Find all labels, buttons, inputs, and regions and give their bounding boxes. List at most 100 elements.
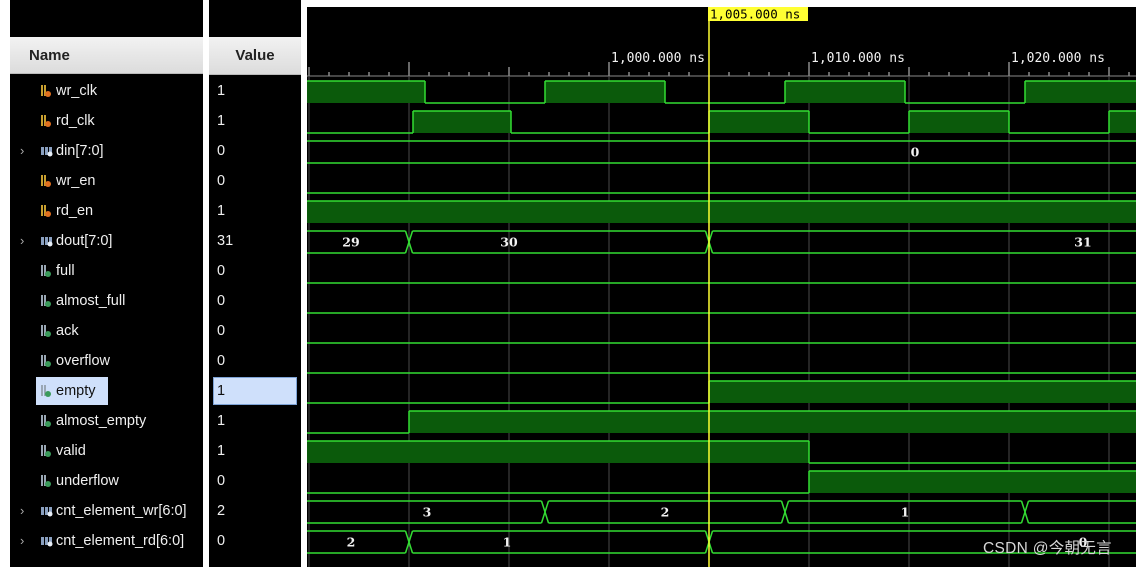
expand-chevron-icon[interactable]: ›: [20, 534, 30, 548]
bit-output-icon: [40, 294, 52, 308]
signal-row-underflow[interactable]: underflow: [10, 466, 203, 496]
signal-value: 31: [217, 233, 234, 249]
value-cell-almost_full[interactable]: 0: [209, 286, 301, 316]
signal-value: 0: [217, 323, 226, 339]
value-cell-cnt_wr[interactable]: 2: [209, 496, 301, 526]
value-cell-ack[interactable]: 0: [209, 316, 301, 346]
bus-value-label: 30: [500, 235, 518, 250]
value-cell-wr_en[interactable]: 0: [209, 166, 301, 196]
bus-value-label: 0: [911, 145, 920, 160]
expand-chevron-icon[interactable]: ›: [20, 504, 30, 518]
bus-icon: [40, 144, 53, 158]
bit-output-icon: [40, 354, 52, 368]
signal-row-full[interactable]: full: [10, 256, 203, 286]
value-cell-rd_clk[interactable]: 1: [209, 106, 301, 136]
signal-value: 1: [217, 413, 226, 429]
signal-name: wr_clk: [56, 83, 98, 99]
value-cell-underflow[interactable]: 0: [209, 466, 301, 496]
signal-row-valid[interactable]: valid: [10, 436, 203, 466]
wave-high-fill: [1109, 111, 1136, 133]
signal-name: underflow: [56, 473, 119, 489]
signal-name: almost_empty: [56, 413, 147, 429]
signal-row-din[interactable]: › din[7:0]: [10, 136, 203, 166]
signal-row-rd_en[interactable]: rd_en: [10, 196, 203, 226]
signal-row-wr_clk[interactable]: wr_clk: [10, 76, 203, 106]
signal-row-wr_en[interactable]: wr_en: [10, 166, 203, 196]
cursor-time-label: 1,005.000 ns: [710, 7, 800, 22]
signal-name: cnt_element_rd[6:0]: [56, 533, 185, 549]
value-cell-empty[interactable]: 1: [209, 376, 301, 406]
value-cell-cnt_rd[interactable]: 0: [209, 526, 301, 556]
wave-high-fill: [413, 111, 511, 133]
value-cell-rd_en[interactable]: 1: [209, 196, 301, 226]
wave-high-fill: [709, 111, 809, 133]
wave-top-border: [307, 0, 1136, 7]
signal-name: wr_en: [56, 173, 96, 189]
waveform-viewer: Name wr_clk rd_clk › din[7:0] wr_en rd_en › dou…: [0, 0, 1136, 567]
bus-icon: [40, 504, 53, 518]
signal-value: 1: [217, 113, 226, 129]
bit-output-icon: [40, 324, 52, 338]
name-column-header[interactable]: Name: [10, 37, 203, 74]
signal-row-almost_empty[interactable]: almost_empty: [10, 406, 203, 436]
clock-input-icon: [40, 84, 52, 98]
wave-high-fill: [785, 81, 905, 103]
bit-input-icon: [40, 204, 52, 218]
signal-value: 0: [217, 533, 226, 549]
signal-row-almost_full[interactable]: almost_full: [10, 286, 203, 316]
bus-value-label: 29: [342, 235, 359, 250]
value-column-header[interactable]: Value: [209, 37, 301, 75]
wave-high-fill: [307, 201, 1136, 223]
signal-name: ack: [56, 323, 79, 339]
signal-name-panel: Name wr_clk rd_clk › din[7:0] wr_en rd_en › dou…: [10, 0, 203, 567]
bit-output-icon: [40, 264, 52, 278]
time-tick-label: 1,020.000 ns: [1011, 51, 1105, 66]
signal-value: 0: [217, 173, 226, 189]
value-cell-dout[interactable]: 31: [209, 226, 301, 256]
bus-value-label: 2: [347, 535, 356, 550]
wave-high-fill: [1025, 81, 1136, 103]
bus-icon: [40, 234, 53, 248]
value-cell-almost_empty[interactable]: 1: [209, 406, 301, 436]
signal-value: 0: [217, 263, 226, 279]
bus-value-label: 2: [661, 505, 670, 520]
bus-value-label: 3: [423, 505, 432, 520]
clock-input-icon: [40, 114, 52, 128]
bus-value-label: 1: [901, 505, 910, 520]
signal-row-cnt_rd[interactable]: › cnt_element_rd[6:0]: [10, 526, 203, 556]
time-tick-label: 1,010.000 ns: [811, 51, 905, 66]
bit-input-icon: [40, 174, 52, 188]
signal-value-panel: Value 1 1 0 0 1 31 0 0 0 0 1 1 1 0 2 0: [209, 0, 301, 567]
bit-output-icon: [40, 414, 52, 428]
bit-output-icon: [40, 444, 52, 458]
signal-value: 0: [217, 473, 226, 489]
signal-name: rd_en: [56, 203, 94, 219]
value-cell-valid[interactable]: 1: [209, 436, 301, 466]
value-cell-overflow[interactable]: 0: [209, 346, 301, 376]
waveform-canvas[interactable]: 1,000.000 ns1,010.000 ns1,020.000 ns1,03…: [307, 7, 1136, 567]
signal-row-dout[interactable]: › dout[7:0]: [10, 226, 203, 256]
signal-name: cnt_element_wr[6:0]: [56, 503, 187, 519]
signal-name: rd_clk: [56, 113, 95, 129]
value-cell-din[interactable]: 0: [209, 136, 301, 166]
time-tick-label: 1,000.000 ns: [611, 51, 705, 66]
bit-output-icon: [40, 474, 52, 488]
signal-row-ack[interactable]: ack: [10, 316, 203, 346]
value-cell-full[interactable]: 0: [209, 256, 301, 286]
signal-row-rd_clk[interactable]: rd_clk: [10, 106, 203, 136]
signal-row-cnt_wr[interactable]: › cnt_element_wr[6:0]: [10, 496, 203, 526]
wave-high-fill: [545, 81, 665, 103]
signal-name: valid: [56, 443, 86, 459]
bus-value-label: 1: [503, 535, 512, 550]
signal-row-empty[interactable]: empty: [10, 376, 203, 406]
signal-value: 1: [217, 203, 226, 219]
expand-chevron-icon[interactable]: ›: [20, 234, 30, 248]
signal-value: 0: [217, 293, 226, 309]
signal-name: dout[7:0]: [56, 233, 113, 249]
expand-chevron-icon[interactable]: ›: [20, 144, 30, 158]
bus-icon: [40, 534, 53, 548]
value-cell-wr_clk[interactable]: 1: [209, 76, 301, 106]
signal-row-overflow[interactable]: overflow: [10, 346, 203, 376]
signal-name: overflow: [56, 353, 110, 369]
signal-name: din[7:0]: [56, 143, 104, 159]
